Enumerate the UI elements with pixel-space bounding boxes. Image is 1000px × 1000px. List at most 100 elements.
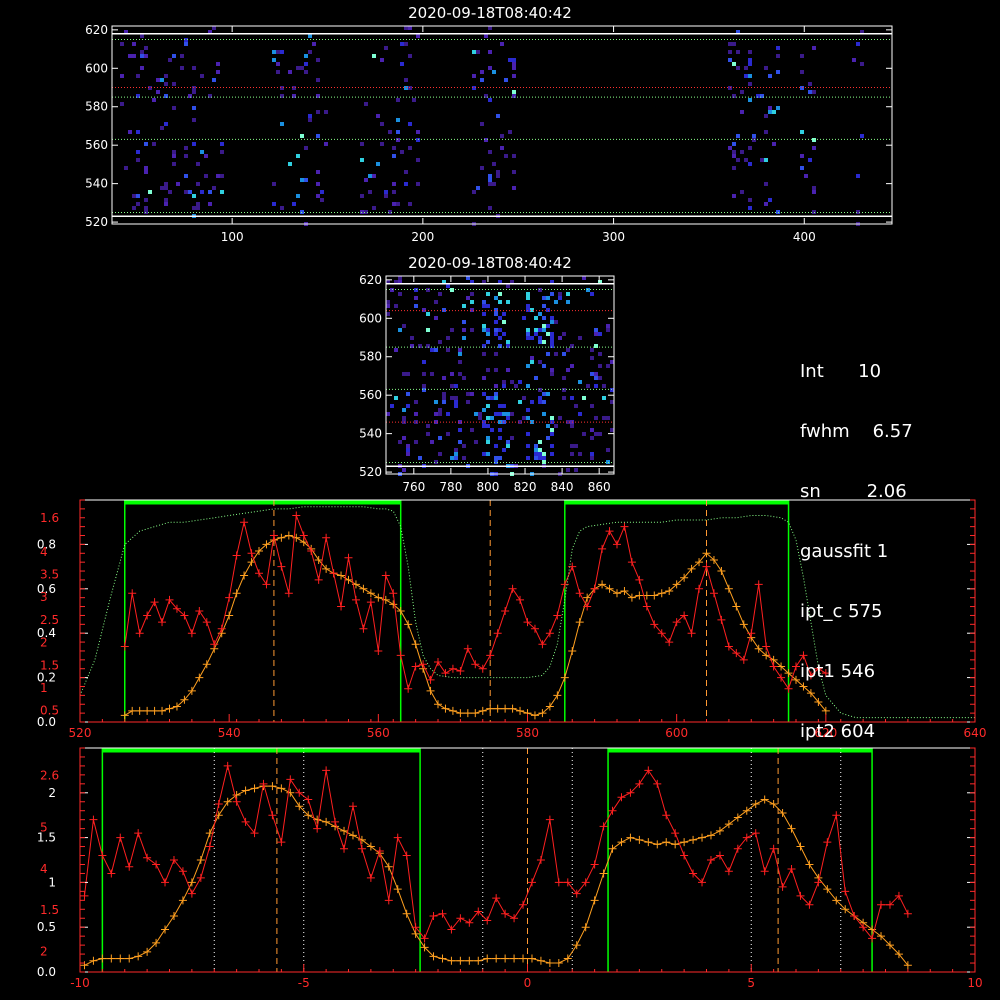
profile-offset-series-1-point — [393, 833, 402, 842]
middle-heatmap-pixel — [534, 376, 538, 380]
top-heatmap-pixel — [124, 166, 128, 170]
top-heatmap-pixel — [392, 146, 396, 150]
top-heatmap-pixel — [744, 158, 748, 162]
middle-heatmap-pixel — [450, 288, 454, 292]
middle-heatmap-pixel — [606, 328, 610, 332]
profile-pixels-series-1-point — [493, 629, 502, 638]
profile-pixels-series-0-point — [650, 591, 659, 600]
profile-pixels-series-0-point — [150, 706, 159, 715]
top-heatmap-pixel — [408, 54, 412, 58]
middle-heatmap-pixel — [522, 316, 526, 320]
profile-pixels-series-1-point — [240, 518, 249, 527]
top-heatmap-pixel — [812, 186, 816, 190]
top-heatmap-pixel — [364, 178, 368, 182]
middle-heatmap-pixel — [506, 440, 510, 444]
profile-pixels-series-0-point — [359, 584, 368, 593]
profile-offset-series-1-point — [536, 856, 545, 864]
middle-heatmap-panel: 2020-09-18T08:40:42 760 780 800 820 840 860 52… — [359, 254, 615, 494]
profile-pixels-series-0-point — [717, 567, 726, 576]
top-heatmap-pixel — [372, 206, 376, 210]
profile-offset-series-1-point — [492, 894, 501, 903]
profile-pixels-series-1-point — [225, 593, 234, 602]
middle-heatmap-pixel — [490, 428, 494, 432]
top-heatmap-pixel — [408, 26, 412, 30]
middle-heatmap-pixel — [406, 404, 410, 408]
middle-heatmap-pixel — [542, 304, 546, 308]
top-heatmap-pixel — [812, 190, 816, 194]
profile-offset-series-0-point — [572, 941, 581, 950]
profile-pixels-series-0-point — [732, 602, 741, 611]
profile-offset-series-1-point — [80, 891, 89, 900]
profile-offset-series-0-point — [402, 909, 411, 918]
profile-offset-series-1-point — [545, 815, 554, 824]
middle-heatmap-pixel — [470, 428, 474, 432]
top-heatmap-pixel — [136, 158, 140, 162]
middle-heatmap-pixel — [526, 416, 530, 420]
profile-offset-series-1-point — [510, 914, 519, 923]
profile-offset-series-0-point — [608, 844, 617, 853]
profile-pixels-series-1-point — [769, 662, 778, 671]
middle-heatmap-pixel — [570, 364, 574, 368]
stat-fwhm-label: fwhm — [800, 421, 850, 442]
profile-pixels-y-tick-label-red: 2.5 — [40, 613, 59, 627]
top-heatmap-pixel — [772, 142, 776, 146]
top-heatmap-pixel — [768, 198, 772, 202]
profile-pixels-series-1-point — [538, 640, 547, 649]
top-heatmap-pixel — [512, 58, 516, 62]
middle-heatmap-pixel — [506, 368, 510, 372]
top-heatmap-pixel — [164, 74, 168, 78]
middle-heatmap-pixel — [386, 300, 390, 304]
top-heatmap-pixel — [276, 62, 280, 66]
stat-fwhm-value: 6.57 — [872, 421, 913, 442]
profile-offset-series-0-point — [116, 954, 125, 963]
top-heatmap-pixel — [184, 190, 188, 194]
profile-pixels-series-0-point — [202, 660, 211, 669]
middle-heatmap-pixel — [538, 288, 542, 292]
profile-offset-series-1-point — [125, 862, 134, 871]
profile-offset-y-tick-label-red: 2.6 — [40, 768, 59, 782]
profile-offset-series-0-point — [545, 959, 554, 968]
top-heatmap-pixel — [384, 190, 388, 194]
profile-offset-series-0-point — [698, 833, 707, 842]
profile-offset-series-1-point — [214, 800, 223, 808]
top-heatmap-pixel — [316, 78, 320, 82]
stat-int-label: Int — [800, 361, 824, 382]
profile-pixels-y-tick-label-red: 4 — [40, 545, 48, 559]
middle-heatmap-pixel — [590, 372, 594, 376]
top-heatmap-pixel — [160, 186, 164, 190]
profile-offset-series-1-point — [161, 878, 170, 887]
profile-offset-series-0-point — [662, 838, 671, 847]
middle-heatmap-pixel — [434, 348, 438, 352]
top-heatmap-pixel — [216, 174, 220, 178]
middle-heatmap-pixel — [542, 452, 546, 456]
top-heatmap-pixel — [172, 162, 176, 166]
profile-pixels-series-1-point — [747, 629, 756, 638]
profile-offset-series-1-point — [134, 829, 143, 838]
top-heatmap-pixel — [776, 46, 780, 50]
profile-pixels-x-tick-label: 600 — [665, 726, 688, 740]
top-heatmap-y-tick-label: 560 — [85, 138, 108, 152]
top-heatmap-pixel — [204, 154, 208, 158]
profile-pixels-series-1-point — [411, 662, 420, 671]
profile-pixels-series-0-point — [337, 571, 346, 580]
middle-heatmap-pixel — [494, 296, 498, 300]
stat-ipt-c-value: 575 — [848, 601, 883, 622]
profile-pixels-series-1-point — [627, 558, 636, 567]
profile-pixels-series-0-point — [568, 646, 577, 655]
top-heatmap-pixel — [220, 150, 224, 154]
top-heatmap-pixel — [748, 50, 752, 54]
profile-offset-series-0-point — [563, 954, 572, 963]
middle-heatmap-pixel — [542, 456, 546, 460]
middle-heatmap-pixel — [522, 396, 526, 400]
top-heatmap-pixel — [156, 78, 160, 82]
middle-heatmap-pixel — [506, 340, 510, 344]
middle-heatmap-pixel — [542, 340, 546, 344]
top-heatmap-pixel — [160, 78, 164, 82]
profile-pixels-series-1-point — [135, 629, 144, 638]
top-heatmap-pixel — [856, 42, 860, 46]
stats-readout: Int 10 fwhm 6.57 sn 2.06 gaussfit 1 ipt_… — [800, 322, 913, 762]
top-heatmap-pixel — [488, 182, 492, 186]
top-heatmap-pixel — [380, 142, 384, 146]
top-heatmap-pixel — [404, 78, 408, 82]
middle-heatmap-pixel — [470, 292, 474, 296]
